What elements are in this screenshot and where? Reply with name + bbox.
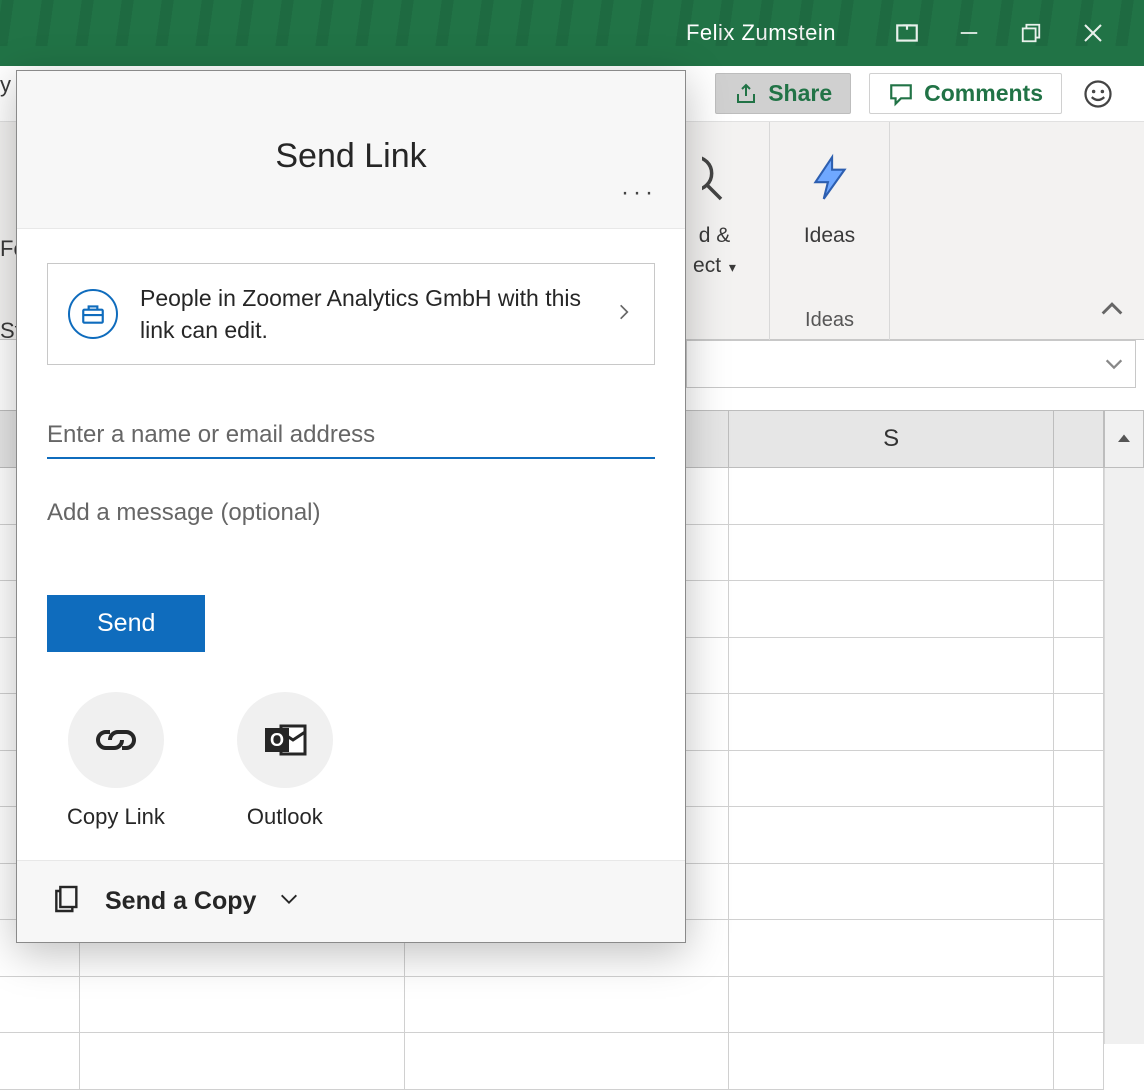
chevron-down-icon — [278, 888, 300, 915]
send-copy-label: Send a Copy — [105, 887, 256, 916]
ribbon-display-options-button[interactable] — [876, 0, 938, 66]
briefcase-icon — [68, 289, 118, 339]
maximize-button[interactable] — [1000, 0, 1062, 66]
formula-bar[interactable] — [686, 340, 1136, 388]
send-copy-button[interactable]: Send a Copy — [17, 860, 685, 942]
send-link-dialog: Send Link ··· People in Zoomer Analytics… — [16, 70, 686, 943]
svg-text:O: O — [270, 730, 284, 750]
dialog-title: Send Link — [17, 137, 685, 176]
column-header-partial-right[interactable] — [1054, 411, 1104, 467]
minimize-button[interactable] — [938, 0, 1000, 66]
scroll-up-button[interactable] — [1104, 410, 1144, 468]
send-button-label: Send — [97, 609, 155, 637]
share-button[interactable]: Share — [715, 73, 851, 114]
message-input[interactable] — [47, 499, 655, 527]
expand-formula-bar-button[interactable] — [1103, 353, 1125, 380]
chevron-right-icon — [614, 302, 634, 327]
ideas-label: Ideas — [804, 224, 855, 248]
title-bar: Felix Zumstein — [0, 0, 1144, 66]
share-button-label: Share — [768, 80, 832, 107]
magnifier-icon — [702, 138, 728, 218]
collapse-ribbon-button[interactable] — [1098, 296, 1126, 329]
copy-pages-icon — [51, 883, 83, 920]
share-options-row: Copy Link O Outlook — [67, 692, 685, 830]
dropdown-caret-icon: ▾ — [725, 259, 736, 275]
partial-text-y: y — [0, 72, 11, 98]
column-header-s[interactable]: S — [729, 411, 1054, 467]
ideas-group[interactable]: Ideas Ideas — [770, 122, 890, 340]
link-settings-button[interactable]: People in Zoomer Analytics GmbH with thi… — [47, 263, 655, 365]
comments-button-label: Comments — [924, 80, 1043, 107]
comments-button[interactable]: Comments — [869, 73, 1062, 114]
close-window-button[interactable] — [1062, 0, 1124, 66]
copy-link-label: Copy Link — [67, 804, 165, 830]
outlook-icon: O — [237, 692, 333, 788]
outlook-button[interactable]: O Outlook — [237, 692, 333, 830]
find-select-label-line2: ect — [693, 254, 721, 277]
send-button[interactable]: Send — [47, 595, 205, 652]
recipient-input[interactable] — [47, 421, 655, 449]
outlook-label: Outlook — [247, 804, 323, 830]
copy-link-button[interactable]: Copy Link — [67, 692, 165, 830]
lightning-icon — [805, 138, 855, 218]
find-select-label-line1: d & — [699, 224, 731, 248]
link-settings-text: People in Zoomer Analytics GmbH with thi… — [140, 282, 592, 346]
vertical-scrollbar[interactable] — [1104, 468, 1144, 1044]
message-input-wrapper — [47, 499, 655, 527]
link-icon — [68, 692, 164, 788]
ideas-section-label: Ideas — [805, 309, 854, 332]
feedback-smile-button[interactable] — [1080, 76, 1116, 112]
more-options-button[interactable]: ··· — [621, 179, 657, 207]
dialog-header: Send Link ··· — [17, 71, 685, 229]
recipient-input-wrapper — [47, 413, 655, 459]
